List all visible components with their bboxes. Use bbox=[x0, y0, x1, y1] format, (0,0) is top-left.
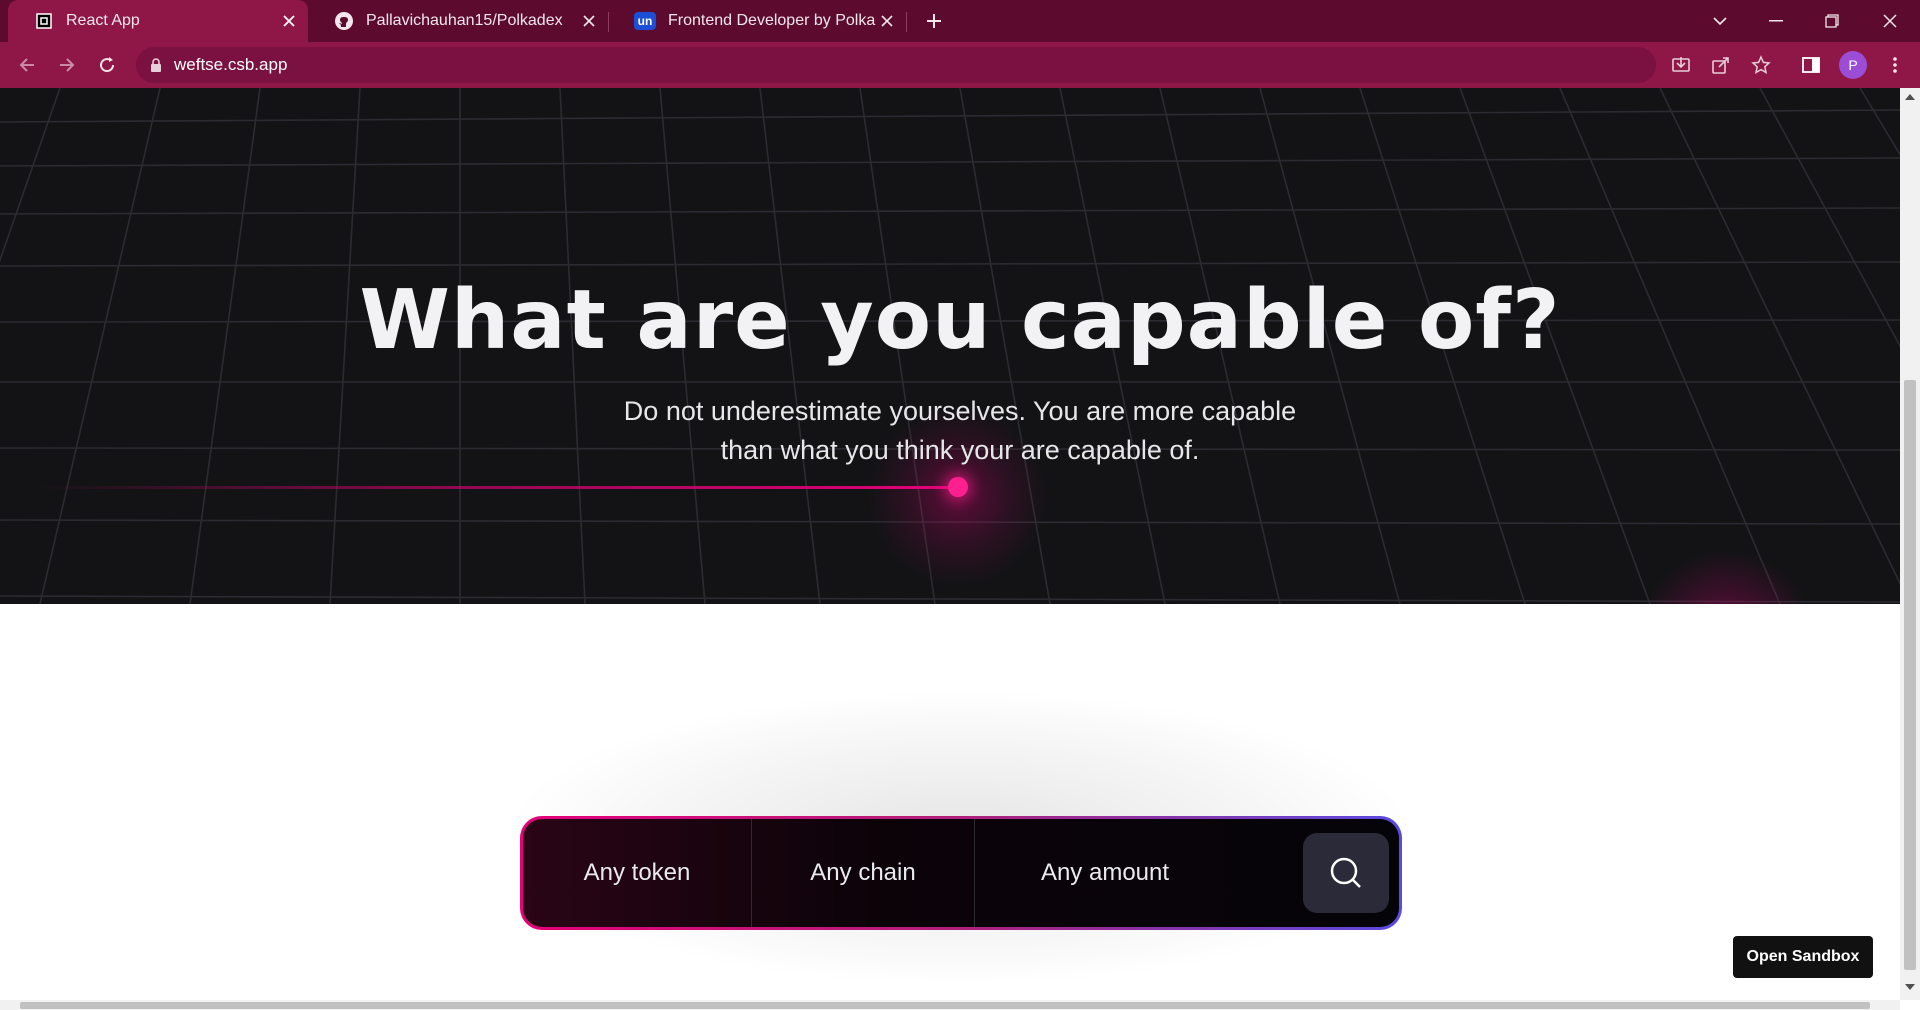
amount-input[interactable]: Any amount bbox=[975, 819, 1235, 927]
minimize-icon bbox=[1769, 20, 1783, 22]
scroll-up-arrow[interactable] bbox=[1905, 94, 1915, 100]
new-tab-button[interactable] bbox=[906, 0, 962, 42]
url-text: weftse.csb.app bbox=[174, 55, 288, 74]
side-panel-button[interactable] bbox=[1795, 49, 1827, 81]
close-tab-icon[interactable] bbox=[278, 10, 300, 32]
tab-github-polkadex[interactable]: Pallavichauhan15/Polkadex bbox=[308, 0, 608, 42]
tab-react-app[interactable]: React App bbox=[8, 0, 308, 42]
reload-icon bbox=[100, 57, 115, 73]
back-button[interactable] bbox=[11, 49, 43, 81]
forward-button[interactable] bbox=[51, 49, 83, 81]
scrollbar-thumb[interactable] bbox=[1904, 380, 1916, 970]
chain-selector[interactable]: Any chain bbox=[752, 819, 974, 927]
kebab-menu-icon bbox=[1893, 57, 1897, 73]
search-button[interactable] bbox=[1303, 833, 1389, 913]
restore-button[interactable] bbox=[1804, 0, 1860, 42]
tab-strip: React App Pallavichauhan15/Polkadex un F… bbox=[0, 0, 1920, 42]
hero-title: What are you capable of? bbox=[359, 273, 1561, 368]
search-bar: Any token Any chain Any amount bbox=[520, 816, 1402, 930]
github-icon bbox=[334, 11, 354, 31]
address-bar[interactable]: weftse.csb.app bbox=[136, 47, 1656, 83]
share-button[interactable] bbox=[1705, 49, 1737, 81]
arrow-right-icon bbox=[60, 58, 75, 72]
install-icon bbox=[1672, 57, 1690, 72]
tab-title: React App bbox=[66, 12, 140, 29]
chevron-down-icon bbox=[1713, 17, 1727, 26]
share-icon bbox=[1712, 57, 1729, 74]
open-sandbox-button[interactable]: Open Sandbox bbox=[1733, 936, 1873, 978]
token-selector[interactable]: Any token bbox=[523, 819, 751, 927]
minimize-button[interactable] bbox=[1748, 0, 1804, 42]
unstop-icon: un bbox=[634, 11, 656, 31]
chain-label: Any chain bbox=[810, 859, 916, 886]
reload-button[interactable] bbox=[91, 49, 123, 81]
browser-toolbar: weftse.csb.app bbox=[0, 42, 1920, 88]
horizontal-scrollbar[interactable] bbox=[0, 1000, 1900, 1010]
hero-subtitle-line: than what you think your are capable of. bbox=[720, 435, 1200, 465]
browser-window: React App Pallavichauhan15/Polkadex un F… bbox=[0, 0, 1920, 1010]
install-app-button[interactable] bbox=[1665, 49, 1697, 81]
side-panel-icon bbox=[1802, 57, 1820, 73]
vertical-scrollbar[interactable] bbox=[1900, 88, 1920, 1000]
hero-subtitle-line: Do not underestimate yourselves. You are… bbox=[623, 396, 1297, 426]
close-icon bbox=[1883, 14, 1897, 28]
beam-dot bbox=[948, 477, 968, 497]
tab-title: Frontend Developer by Polkadex bbox=[668, 12, 876, 29]
search-icon bbox=[1330, 857, 1361, 888]
codesandbox-square-icon bbox=[34, 11, 54, 31]
star-icon bbox=[1751, 55, 1771, 74]
lock-icon bbox=[150, 58, 162, 72]
menu-button[interactable] bbox=[1879, 49, 1911, 81]
page-viewport: What are you capable of? Do not underest… bbox=[0, 88, 1900, 1000]
tab-unstop-frontend[interactable]: un Frontend Developer by Polkadex bbox=[608, 0, 906, 42]
close-tab-icon[interactable] bbox=[876, 10, 898, 32]
plus-icon bbox=[927, 14, 941, 28]
amount-label: Any amount bbox=[1040, 859, 1170, 886]
hero-section: What are you capable of? Do not underest… bbox=[0, 88, 1900, 604]
token-label: Any token bbox=[583, 859, 691, 886]
scrollbar-thumb[interactable] bbox=[20, 1002, 1870, 1009]
tab-search-button[interactable] bbox=[1692, 0, 1748, 42]
scroll-down-arrow[interactable] bbox=[1905, 984, 1915, 990]
pink-beam-line bbox=[40, 486, 958, 489]
profile-avatar[interactable]: P bbox=[1839, 51, 1867, 79]
close-window-button[interactable] bbox=[1860, 0, 1920, 42]
restore-icon bbox=[1825, 14, 1839, 28]
arrow-left-icon bbox=[19, 58, 34, 72]
hero-subtitle: Do not underestimate yourselves. You are… bbox=[610, 392, 1310, 470]
tab-title: Pallavichauhan15/Polkadex bbox=[366, 12, 563, 29]
close-tab-icon[interactable] bbox=[578, 10, 600, 32]
bookmark-button[interactable] bbox=[1745, 49, 1777, 81]
unstop-icon-text: un bbox=[634, 12, 656, 30]
